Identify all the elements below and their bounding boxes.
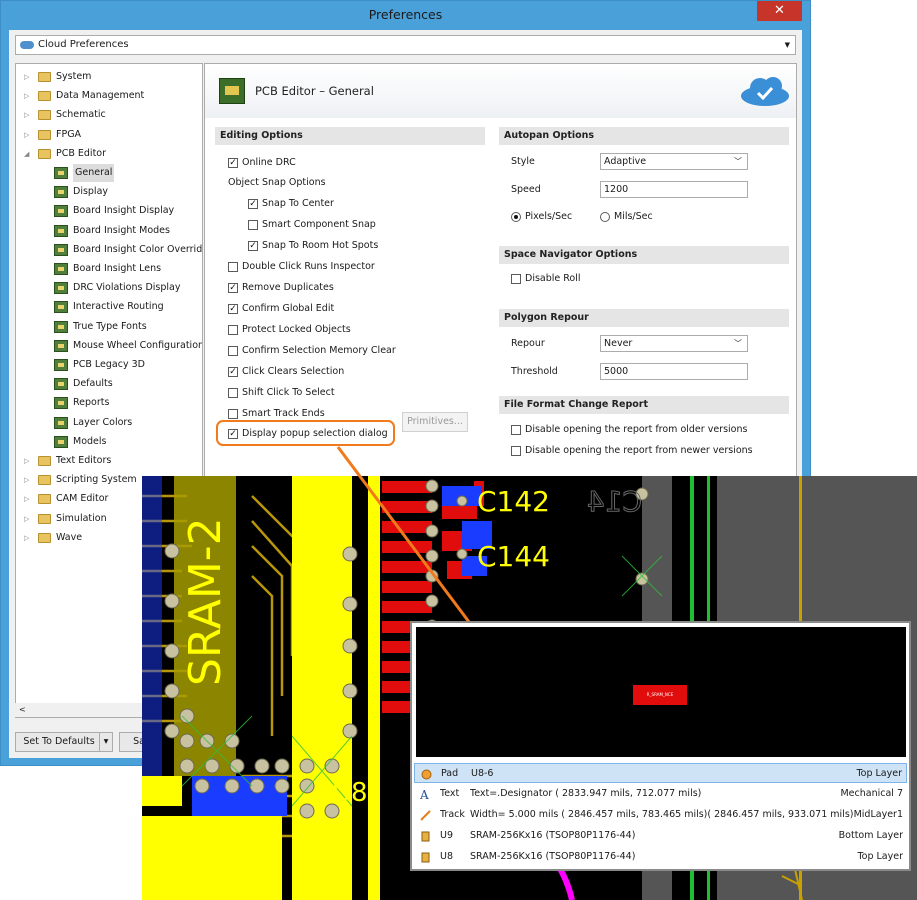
popup-row-description: SRAM-256Kx16 (TSOP80P1176-44)	[470, 851, 636, 862]
popup-row-type: Text	[440, 788, 460, 799]
text-icon: A	[419, 788, 431, 802]
popup-row-layer: Top Layer	[857, 851, 903, 862]
popup-row-type: U8	[440, 851, 453, 862]
popup-row[interactable]: Track Width= 5.000 mils ( 2846.457 mils, …	[414, 805, 907, 825]
popup-row-layer: Bottom Layer	[838, 830, 903, 841]
popup-row[interactable]: U9 SRAM-256Kx16 (TSOP80P1176-44) Bottom La…	[414, 826, 907, 846]
component-icon	[420, 830, 431, 842]
component-icon	[420, 851, 431, 863]
popup-row[interactable]: Pad U8-6 Top Layer	[414, 763, 907, 783]
popup-row-description: U8-6	[471, 768, 494, 779]
popup-row-layer: MidLayer1	[853, 809, 903, 820]
popup-row[interactable]: A Text Text=.Designator ( 2833.947 mils, 7…	[414, 784, 907, 804]
preview-pad: R_SRAM_NCE	[633, 685, 687, 705]
svg-text:A: A	[420, 789, 429, 800]
popup-row[interactable]: U8 SRAM-256Kx16 (TSOP80P1176-44) Top Layer	[414, 847, 907, 867]
popup-selection-dialog: R_SRAM_NCE Pad U8-6 Top Layer A Text Text=.De…	[410, 621, 911, 871]
track-icon	[420, 809, 431, 821]
pad-icon	[421, 768, 432, 780]
selection-preview: R_SRAM_NCE	[416, 627, 906, 757]
popup-row-description: Text=.Designator ( 2833.947 mils, 712.07…	[470, 788, 702, 799]
popup-row-description: Width= 5.000 mils ( 2846.457 mils, 783.4…	[470, 809, 854, 820]
popup-row-layer: Top Layer	[856, 768, 902, 779]
popup-row-type: Track	[440, 809, 465, 820]
popup-row-description: SRAM-256Kx16 (TSOP80P1176-44)	[470, 830, 636, 841]
popup-row-type: Pad	[441, 768, 459, 779]
popup-row-layer: Mechanical 7	[840, 788, 903, 799]
popup-row-type: U9	[440, 830, 453, 841]
